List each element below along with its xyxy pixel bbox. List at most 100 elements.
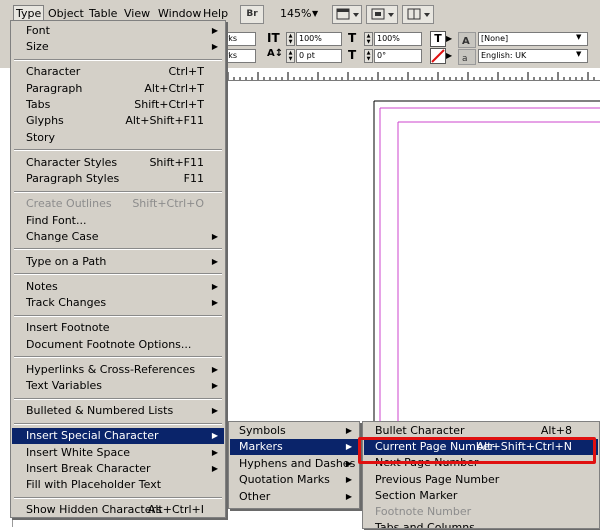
menu-item-text-variables[interactable]: Text Variables ▶ <box>12 378 224 394</box>
menu-item-label: Other <box>239 489 271 503</box>
menu-item-notes[interactable]: Notes ▶ <box>12 279 224 295</box>
fill-dropdown-icon[interactable]: ▶ <box>446 34 452 43</box>
callout-highlight <box>358 437 596 464</box>
menu-item-label: Story <box>26 130 56 144</box>
stroke-none-icon[interactable] <box>430 48 446 64</box>
zoom-dropdown-icon[interactable]: ▼ <box>310 6 320 22</box>
menu-item-label: Glyphs <box>26 114 64 128</box>
vertical-scale-field[interactable]: 100% <box>296 32 342 46</box>
submenu-arrow-icon: ▶ <box>211 42 218 52</box>
menu-item-label: Paragraph Styles <box>26 172 120 186</box>
menu-item-tabs-and-columns[interactable]: Tabs and Columns <box>364 521 598 528</box>
menu-item-section-marker[interactable]: Section Marker <box>364 488 598 504</box>
menu-separator <box>14 248 222 251</box>
menu-item-font[interactable]: Font ▶ <box>12 23 224 39</box>
menu-item-character[interactable]: Character Ctrl+T <box>12 64 224 80</box>
menu-item-label: Character <box>26 65 81 79</box>
language-icon: a <box>458 49 476 65</box>
character-style-dropdown-icon[interactable]: ▼ <box>576 33 581 41</box>
menu-item-label: Notes <box>26 280 58 294</box>
menu-item-quotation-marks[interactable]: Quotation Marks ▶ <box>230 472 358 488</box>
character-style-field[interactable]: [None] <box>478 32 588 46</box>
menu-item-hyphens-and-dashes[interactable]: Hyphens and Dashes ▶ <box>230 456 358 472</box>
insert-special-character-submenu: Symbols ▶ Markers ▶ Hyphens and Dashes ▶ Quota… <box>228 421 360 509</box>
menu-item-shortcut: Shift+Ctrl+T <box>134 98 204 112</box>
skew-stepper[interactable]: ▲ ▼ <box>364 49 373 63</box>
menu-item-markers[interactable]: Markers ▶ <box>230 439 358 456</box>
horizontal-scale-field[interactable]: 100% <box>374 32 422 46</box>
skew-field[interactable]: 0° <box>374 49 422 63</box>
arrange-documents-button[interactable] <box>402 5 434 24</box>
menu-item-insert-footnote[interactable]: Insert Footnote <box>12 320 224 336</box>
submenu-arrow-icon: ▶ <box>211 231 218 241</box>
menu-item-tabs[interactable]: Tabs Shift+Ctrl+T <box>12 97 224 113</box>
menu-item-label: Tabs and Columns <box>375 521 475 529</box>
fill-text-icon[interactable]: T <box>430 31 446 47</box>
tracking-stepper[interactable]: ▲ ▼ <box>286 49 295 63</box>
menu-item-label: Insert Break Character <box>26 462 151 475</box>
vertical-scale-stepper[interactable]: ▲ ▼ <box>286 32 295 46</box>
horizontal-scale-icon: T <box>348 31 357 45</box>
submenu-arrow-icon: ▶ <box>211 431 218 441</box>
menu-item-label: Markers <box>239 440 283 454</box>
zoom-level[interactable]: 145% <box>278 6 313 22</box>
menu-item-find-font[interactable]: Find Font... <box>12 213 224 229</box>
tracking-field[interactable]: 0 pt <box>296 49 342 63</box>
submenu-arrow-icon: ▶ <box>211 364 218 374</box>
menu-item-size[interactable]: Size ▶ <box>12 39 224 55</box>
menu-item-hyperlinks-and-cross-references[interactable]: Hyperlinks & Cross-References ▶ <box>12 362 224 378</box>
menu-separator <box>14 190 222 193</box>
submenu-arrow-icon: ▶ <box>211 282 218 292</box>
menu-item-label: Character Styles <box>26 155 118 169</box>
menu-item-insert-break-character[interactable]: Insert Break Character ▶ <box>12 461 224 477</box>
horizontal-scale-stepper[interactable]: ▲ ▼ <box>364 32 373 46</box>
bridge-button[interactable]: Br <box>240 5 264 24</box>
menu-item-label: Previous Page Number <box>375 472 500 486</box>
menu-item-paragraph[interactable]: Paragraph Alt+Ctrl+T <box>12 81 224 97</box>
screen-mode-button[interactable] <box>366 5 398 24</box>
character-style-icon: A <box>458 32 476 48</box>
tracking-icon: A↕ <box>267 48 284 59</box>
menu-item-shortcut: Alt+Ctrl+T <box>144 81 204 95</box>
submenu-arrow-icon: ▶ <box>345 442 352 452</box>
menu-item-character-styles[interactable]: Character Styles Shift+F11 <box>12 155 224 171</box>
font-size-field[interactable]: rks <box>222 32 256 46</box>
language-dropdown-icon[interactable]: ▼ <box>576 50 581 58</box>
svg-text:A: A <box>462 36 470 47</box>
menu-item-shortcut: F11 <box>183 172 204 186</box>
menu-item-insert-white-space[interactable]: Insert White Space ▶ <box>12 445 224 461</box>
menu-item-track-changes[interactable]: Track Changes ▶ <box>12 295 224 311</box>
menu-item-label: Quotation Marks <box>239 473 330 487</box>
menu-item-create-outlines: Create Outlines Shift+Ctrl+O <box>12 196 224 212</box>
menu-item-label: Size <box>26 40 49 54</box>
stroke-dropdown-icon[interactable]: ▶ <box>446 51 452 60</box>
screen-mode-icon <box>371 8 394 20</box>
menu-item-label: Symbols <box>239 424 286 437</box>
menu-item-symbols[interactable]: Symbols ▶ <box>230 423 358 439</box>
menu-item-glyphs[interactable]: Glyphs Alt+Shift+F11 <box>12 113 224 129</box>
menu-item-previous-page-number[interactable]: Previous Page Number <box>364 472 598 488</box>
menu-item-document-footnote-options[interactable]: Document Footnote Options... <box>12 337 224 353</box>
menu-item-footnote-number: Footnote Number <box>364 504 598 520</box>
svg-text:a: a <box>462 54 468 64</box>
menu-item-label: Insert Footnote <box>26 321 110 335</box>
menu-separator <box>14 397 222 400</box>
language-field[interactable]: English: UK <box>478 49 588 63</box>
menu-item-other[interactable]: Other ▶ <box>230 489 358 505</box>
menu-item-label: Track Changes <box>26 296 107 310</box>
menu-item-shortcut: Alt+Shift+F11 <box>125 114 204 128</box>
menu-item-label: Change Case <box>26 229 99 243</box>
menu-item-insert-special-character[interactable]: Insert Special Character ▶ <box>12 428 224 445</box>
menu-item-paragraph-styles[interactable]: Paragraph Styles F11 <box>12 171 224 187</box>
menu-item-fill-with-placeholder-text[interactable]: Fill with Placeholder Text <box>12 477 224 493</box>
menu-item-label: Paragraph <box>26 81 83 95</box>
menu-item-bulleted-and-numbered-lists[interactable]: Bulleted & Numbered Lists ▶ <box>12 403 224 419</box>
leading-field[interactable]: rks <box>222 49 256 63</box>
menu-item-story[interactable]: Story <box>12 130 224 146</box>
menu-item-change-case[interactable]: Change Case ▶ <box>12 229 224 245</box>
menu-item-label: Text Variables <box>26 379 103 393</box>
view-options-button[interactable] <box>332 5 362 24</box>
menu-item-type-on-a-path[interactable]: Type on a Path ▶ <box>12 254 224 270</box>
submenu-arrow-icon: ▶ <box>211 447 218 457</box>
menu-item-show-hidden-characters[interactable]: Show Hidden Characters Alt+Ctrl+I <box>12 502 224 518</box>
